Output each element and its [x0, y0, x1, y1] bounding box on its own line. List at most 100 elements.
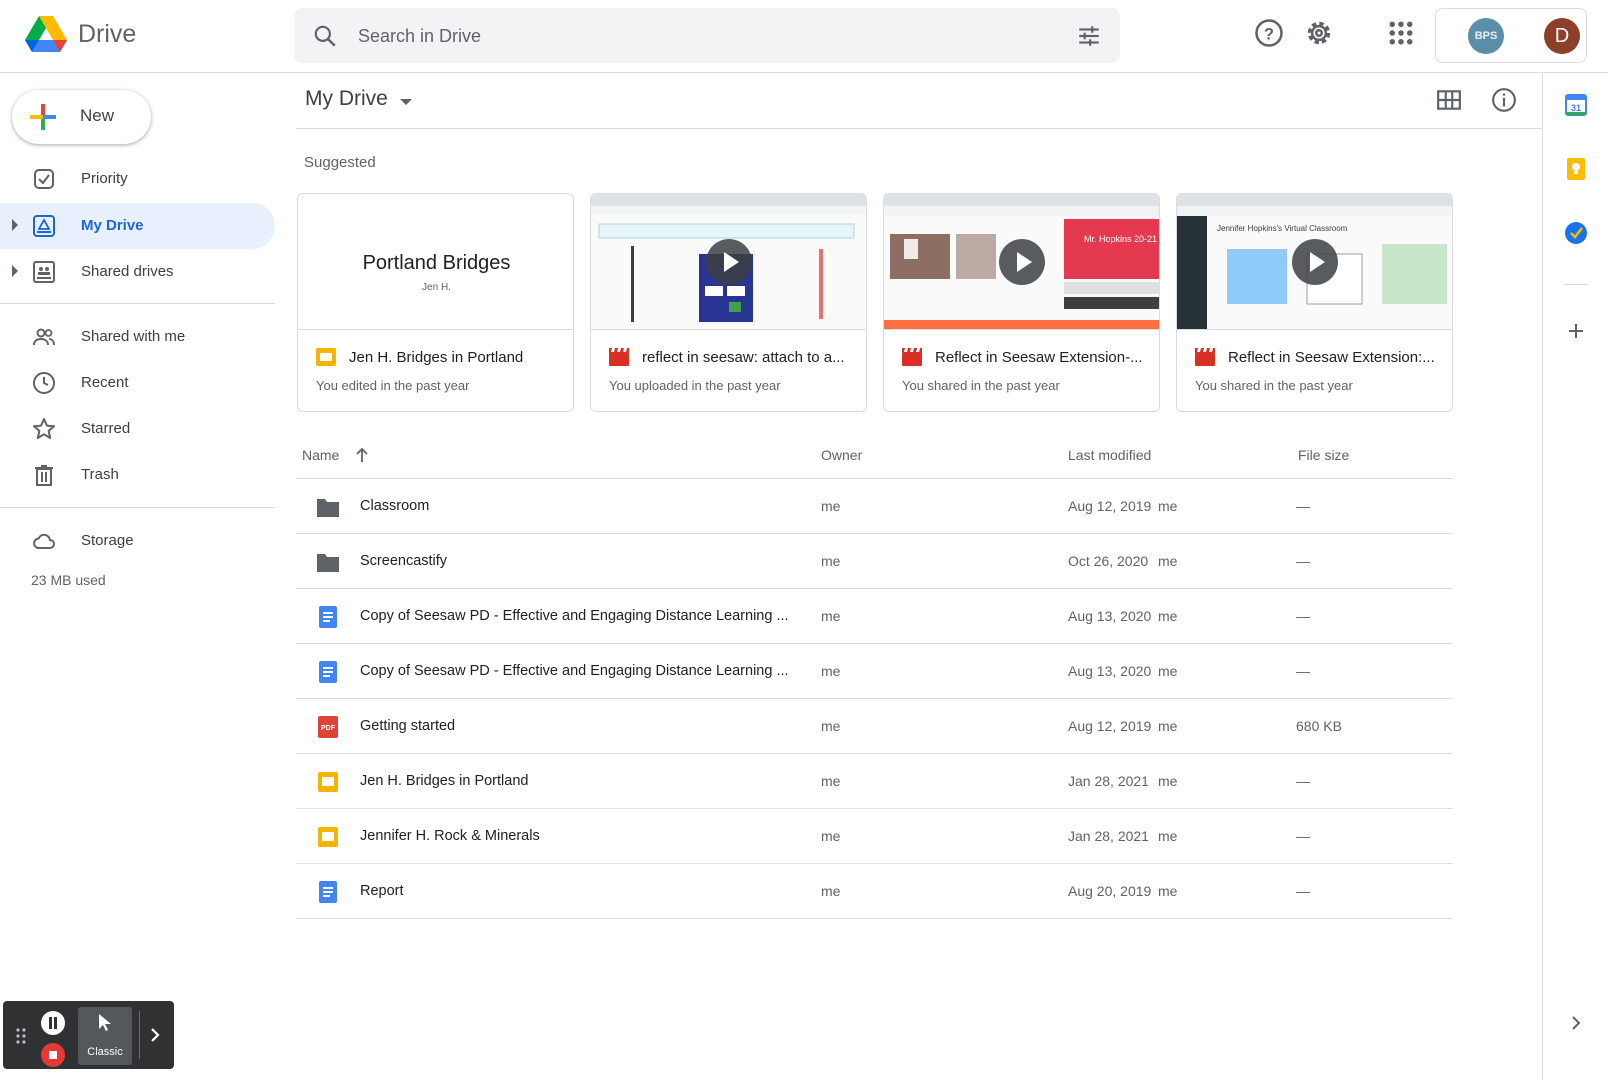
classic-mode-button[interactable]: Classic [78, 1007, 132, 1065]
table-row[interactable]: Screencastify me Oct 26, 2020 me — [296, 534, 1453, 589]
docs-file-icon [319, 606, 337, 628]
sidebar-item-priority[interactable]: Priority [0, 156, 275, 202]
thumbnail-author: Jen H. [422, 282, 451, 293]
file-owner: me [821, 718, 841, 734]
content-header: My Drive [296, 73, 1542, 129]
sidebar-item-label: My Drive [81, 217, 144, 234]
file-name: Getting started [360, 718, 456, 734]
slides-file-icon [316, 348, 336, 366]
file-size: — [1296, 663, 1310, 679]
table-row[interactable]: Report me Aug 20, 2019 me — [296, 864, 1453, 919]
stop-button[interactable] [41, 1043, 65, 1067]
chevron-right-icon[interactable] [1564, 1011, 1588, 1035]
table-row[interactable]: Copy of Seesaw PD - Effective and Engagi… [296, 644, 1453, 699]
file-modified-date: Aug 20, 2019 [1068, 883, 1152, 899]
suggested-card[interactable]: Mr. Hopkins 20-21 Reflect in Seesaw Exte… [883, 193, 1160, 412]
new-button[interactable]: New [12, 90, 151, 144]
file-owner: me [821, 883, 841, 899]
svg-text:PDF: PDF [321, 725, 336, 732]
account-switcher[interactable]: BPS D [1435, 8, 1587, 63]
table-row[interactable]: Jen H. Bridges in Portland me Jan 28, 20… [296, 754, 1453, 809]
drive-logo-icon[interactable] [24, 14, 68, 54]
column-header-last-modified[interactable]: Last modified [1068, 447, 1151, 463]
file-name: Report [360, 883, 404, 899]
file-modified-by: me [1158, 828, 1178, 844]
card-activity: You uploaded in the past year [609, 378, 781, 393]
expand-caret-icon[interactable] [12, 219, 18, 231]
play-icon[interactable] [1292, 239, 1338, 285]
table-row[interactable]: PDF Getting started me Aug 12, 2019 me 6… [296, 699, 1453, 754]
sidebar-item-trash[interactable]: Trash [0, 452, 275, 498]
play-icon[interactable] [999, 239, 1045, 285]
sidebar-item-label: Priority [81, 170, 128, 187]
app-title[interactable]: Drive [78, 20, 136, 49]
settings-gear-icon[interactable] [1304, 18, 1334, 48]
clock-icon [33, 372, 55, 394]
sidebar-item-label: Storage [81, 532, 134, 549]
grid-view-icon[interactable] [1436, 87, 1462, 113]
column-label: Name [302, 447, 340, 463]
screen-recorder-toolbar: Classic [3, 1001, 174, 1069]
calendar-icon[interactable]: 31 [1564, 93, 1588, 117]
card-activity: You shared in the past year [902, 378, 1060, 393]
expand-caret-icon[interactable] [12, 265, 18, 277]
docs-file-icon [319, 881, 337, 903]
sidebar-item-label: Shared with me [81, 328, 186, 345]
chevron-right-icon[interactable] [148, 1025, 162, 1045]
file-owner: me [821, 663, 841, 679]
file-modified-by: me [1158, 883, 1178, 899]
shared-drives-icon [33, 261, 55, 283]
sidebar-item-shared-with-me[interactable]: Shared with me [0, 314, 275, 360]
search-options-icon[interactable] [1076, 23, 1102, 49]
file-size: — [1296, 883, 1310, 899]
suggested-card[interactable]: reflect in seesaw: attach to a... You up… [590, 193, 867, 412]
keep-icon[interactable] [1564, 157, 1588, 181]
file-size: — [1296, 553, 1310, 569]
card-thumbnail: Mr. Hopkins 20-21 [884, 194, 1159, 330]
avatar[interactable]: D [1544, 18, 1580, 54]
cursor-icon [99, 1014, 111, 1031]
page-title[interactable]: My Drive [305, 87, 388, 111]
tasks-icon[interactable] [1564, 221, 1588, 245]
file-modified-date: Jan 28, 2021 [1068, 773, 1149, 789]
add-icon[interactable] [1564, 319, 1588, 343]
file-owner: me [821, 498, 841, 514]
side-panel-divider [1563, 284, 1589, 285]
sidebar-item-starred[interactable]: Starred [0, 406, 275, 452]
column-header-name[interactable]: Name [302, 447, 368, 463]
help-icon[interactable]: ? [1254, 18, 1284, 48]
file-modified-by: me [1158, 608, 1178, 624]
column-header-file-size[interactable]: File size [1298, 447, 1349, 463]
search-icon[interactable] [312, 23, 338, 49]
my-drive-icon [33, 215, 55, 237]
sidebar-item-label: Recent [81, 374, 129, 391]
search-input[interactable] [358, 21, 1038, 51]
sidebar-item-shared-drives[interactable]: Shared drives [0, 249, 275, 295]
file-owner: me [821, 608, 841, 624]
pause-button[interactable] [41, 1011, 65, 1035]
table-row[interactable]: Classroom me Aug 12, 2019 me — [296, 479, 1453, 534]
play-icon[interactable] [706, 239, 752, 285]
sidebar-item-my-drive[interactable]: My Drive [0, 203, 275, 249]
suggested-card[interactable]: Portland Bridges Jen H. Jen H. Bridges i… [297, 193, 574, 412]
table-row[interactable]: Jennifer H. Rock & Minerals me Jan 28, 2… [296, 809, 1453, 864]
file-size: — [1296, 498, 1310, 514]
column-header-owner[interactable]: Owner [821, 447, 862, 463]
cloud-icon [33, 533, 55, 549]
drag-handle-icon[interactable] [15, 1027, 27, 1045]
star-icon [33, 418, 55, 439]
video-file-icon [1195, 348, 1215, 366]
sort-arrow-up-icon[interactable] [354, 447, 370, 463]
file-name: Classroom [360, 498, 430, 514]
chevron-down-icon[interactable] [400, 99, 412, 105]
table-row[interactable]: Copy of Seesaw PD - Effective and Engagi… [296, 589, 1453, 644]
card-file-name: Jen H. Bridges in Portland [349, 349, 524, 366]
file-size: 680 KB [1296, 718, 1342, 734]
search-bar[interactable] [294, 8, 1120, 63]
apps-grid-icon[interactable] [1386, 18, 1416, 48]
card-file-name: Reflect in Seesaw Extension-... [935, 349, 1143, 366]
sidebar-item-storage[interactable]: Storage [0, 518, 275, 564]
sidebar-item-recent[interactable]: Recent [0, 360, 275, 406]
suggested-card[interactable]: Jennifer Hopkins's Virtual Classroom Ref… [1176, 193, 1453, 412]
info-icon[interactable] [1491, 87, 1517, 113]
